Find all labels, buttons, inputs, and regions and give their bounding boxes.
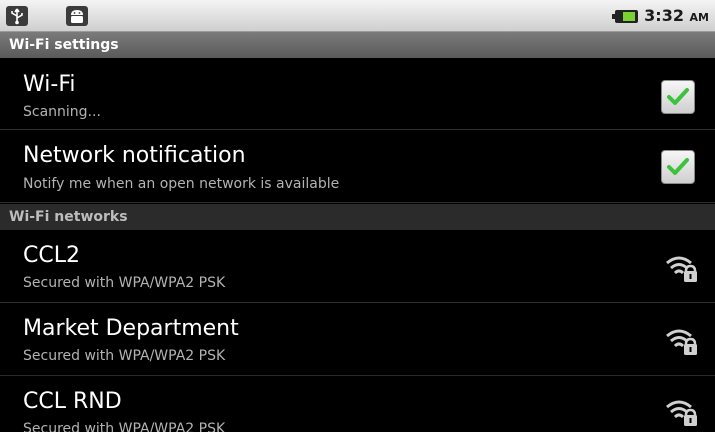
status-clock: 3:32 AM bbox=[644, 6, 709, 25]
android-debug-icon bbox=[66, 6, 88, 26]
section-header-wifi-settings: Wi-Fi settings bbox=[0, 32, 715, 58]
clock-ampm: AM bbox=[689, 11, 709, 24]
network-name: CCL RND bbox=[23, 389, 122, 414]
status-bar: 3:32 AM bbox=[0, 0, 715, 32]
wifi-checkbox[interactable] bbox=[661, 80, 695, 114]
network-notification-row[interactable]: Network notification Notify me when an o… bbox=[0, 131, 715, 203]
wifi-lock-icon bbox=[666, 256, 697, 282]
checkmark-icon bbox=[667, 88, 689, 105]
section-header-wifi-networks: Wi-Fi networks bbox=[0, 204, 715, 230]
wifi-toggle-title: Wi-Fi bbox=[23, 72, 76, 97]
network-item[interactable]: CCL RND Secured with WPA/WPA2 PSK bbox=[0, 377, 715, 432]
network-item[interactable]: Market Department Secured with WPA/WPA2 … bbox=[0, 304, 715, 376]
wifi-lock-icon bbox=[666, 329, 697, 355]
wifi-toggle-row[interactable]: Wi-Fi Scanning... bbox=[0, 58, 715, 130]
clock-time: 3:32 bbox=[644, 6, 684, 25]
wifi-lock-icon bbox=[666, 400, 697, 426]
network-security: Secured with WPA/WPA2 PSK bbox=[23, 421, 226, 432]
network-notification-checkbox[interactable] bbox=[661, 150, 695, 184]
battery-icon bbox=[612, 10, 638, 23]
usb-icon bbox=[6, 6, 28, 26]
network-security: Secured with WPA/WPA2 PSK bbox=[23, 275, 226, 291]
network-notification-title: Network notification bbox=[23, 143, 246, 168]
wifi-toggle-subtitle: Scanning... bbox=[23, 104, 101, 120]
network-name: CCL2 bbox=[23, 243, 80, 268]
network-name: Market Department bbox=[23, 316, 239, 341]
checkmark-icon bbox=[667, 158, 689, 175]
network-item[interactable]: CCL2 Secured with WPA/WPA2 PSK bbox=[0, 231, 715, 303]
network-security: Secured with WPA/WPA2 PSK bbox=[23, 348, 226, 364]
network-notification-subtitle: Notify me when an open network is availa… bbox=[23, 176, 340, 192]
